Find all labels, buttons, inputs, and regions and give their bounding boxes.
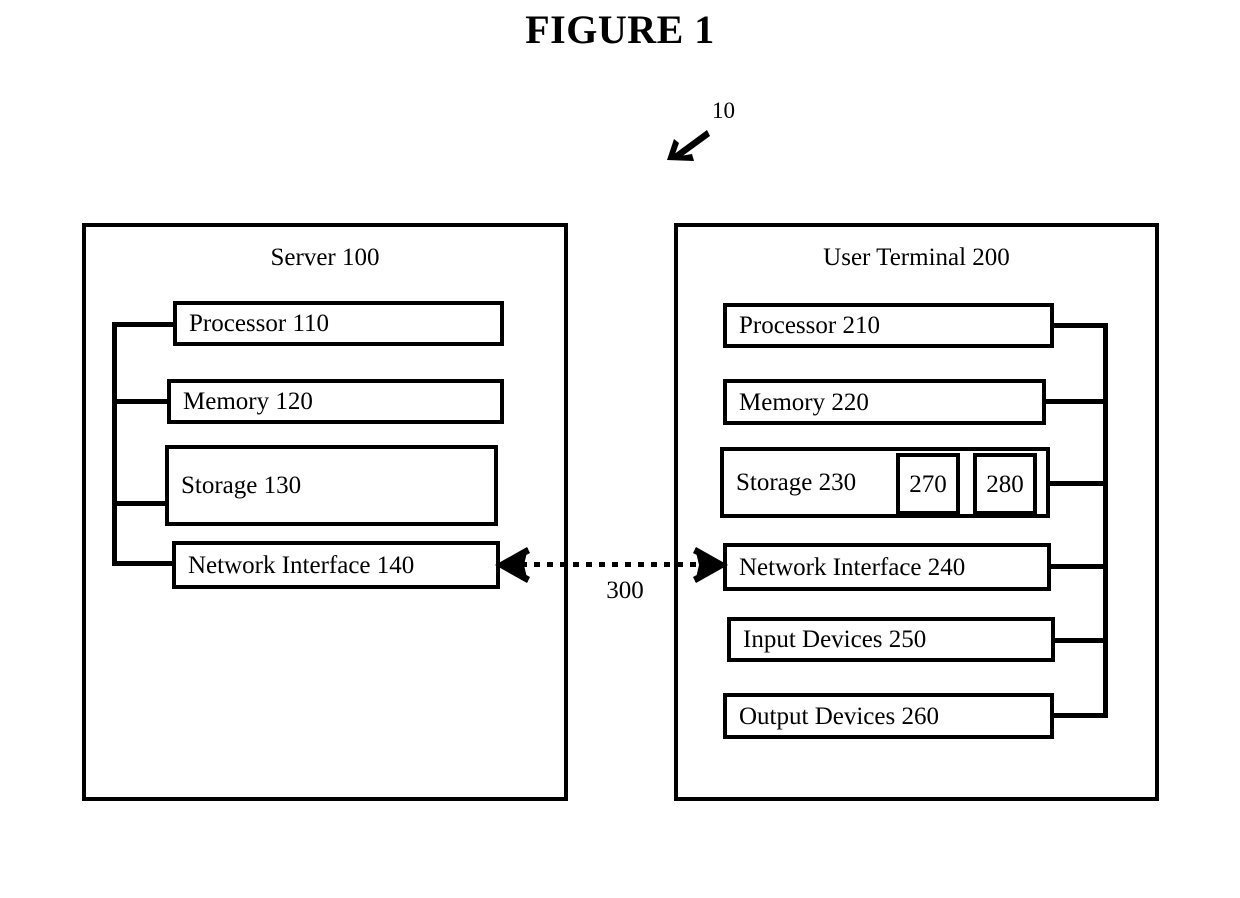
terminal-bus-stub-output-devices xyxy=(1050,713,1108,718)
arrow-down-left-icon xyxy=(667,130,710,161)
terminal-network-interface-label: Network Interface 240 xyxy=(739,553,966,581)
server-title: Server 100 xyxy=(270,244,380,271)
server-bus-vertical xyxy=(112,322,117,566)
server-bus-stub-storage xyxy=(112,501,167,506)
terminal-bus-vertical xyxy=(1103,323,1108,717)
terminal-bus-stub-input-devices xyxy=(1051,638,1108,643)
figure-page: FIGURE 1 10 Server 100 Processor 110 Mem… xyxy=(0,0,1240,898)
server-bus-stub-network-interface xyxy=(112,561,174,566)
server-processor-label: Processor 110 xyxy=(189,310,330,337)
user-terminal-title: User Terminal 200 xyxy=(823,244,1010,271)
terminal-storage-module-280: 280 xyxy=(973,453,1037,515)
terminal-bus-stub-memory xyxy=(1042,399,1108,404)
server-processor-box: Processor 110 xyxy=(173,301,504,346)
network-link-label: 300 xyxy=(606,577,644,604)
server-memory-box: Memory 120 xyxy=(167,379,504,424)
terminal-processor-label: Processor 210 xyxy=(739,312,880,339)
arrow-left-icon xyxy=(495,547,530,583)
terminal-network-interface-box: Network Interface 240 xyxy=(723,543,1051,591)
server-bus-stub-memory xyxy=(112,399,169,404)
terminal-output-devices-label: Output Devices 260 xyxy=(739,702,939,730)
terminal-storage-module-280-label: 280 xyxy=(986,470,1024,498)
system-reference-label: 10 xyxy=(712,98,735,123)
terminal-bus-stub-storage xyxy=(1046,481,1108,486)
server-network-interface-label: Network Interface 140 xyxy=(188,551,415,579)
terminal-memory-box: Memory 220 xyxy=(723,379,1046,425)
server-bus-stub-processor xyxy=(112,322,175,327)
terminal-output-devices-box: Output Devices 260 xyxy=(723,693,1054,739)
server-memory-label: Memory 120 xyxy=(183,388,313,415)
terminal-storage-module-270-label: 270 xyxy=(909,470,947,498)
terminal-input-devices-label: Input Devices 250 xyxy=(743,626,927,653)
terminal-bus-stub-processor xyxy=(1050,323,1108,328)
terminal-bus-stub-network-interface xyxy=(1047,564,1108,569)
terminal-memory-label: Memory 220 xyxy=(739,388,869,416)
figure-title: FIGURE 1 xyxy=(525,7,715,52)
terminal-storage-module-270: 270 xyxy=(896,453,960,515)
arrow-right-icon xyxy=(693,547,728,583)
server-storage-box: Storage 130 xyxy=(165,445,498,526)
terminal-storage-label: Storage 230 xyxy=(736,469,857,496)
server-network-interface-box: Network Interface 140 xyxy=(172,541,500,589)
network-link-dotted-line xyxy=(508,562,714,567)
terminal-processor-box: Processor 210 xyxy=(723,303,1054,348)
server-storage-label: Storage 130 xyxy=(181,472,302,499)
terminal-input-devices-box: Input Devices 250 xyxy=(727,617,1055,662)
